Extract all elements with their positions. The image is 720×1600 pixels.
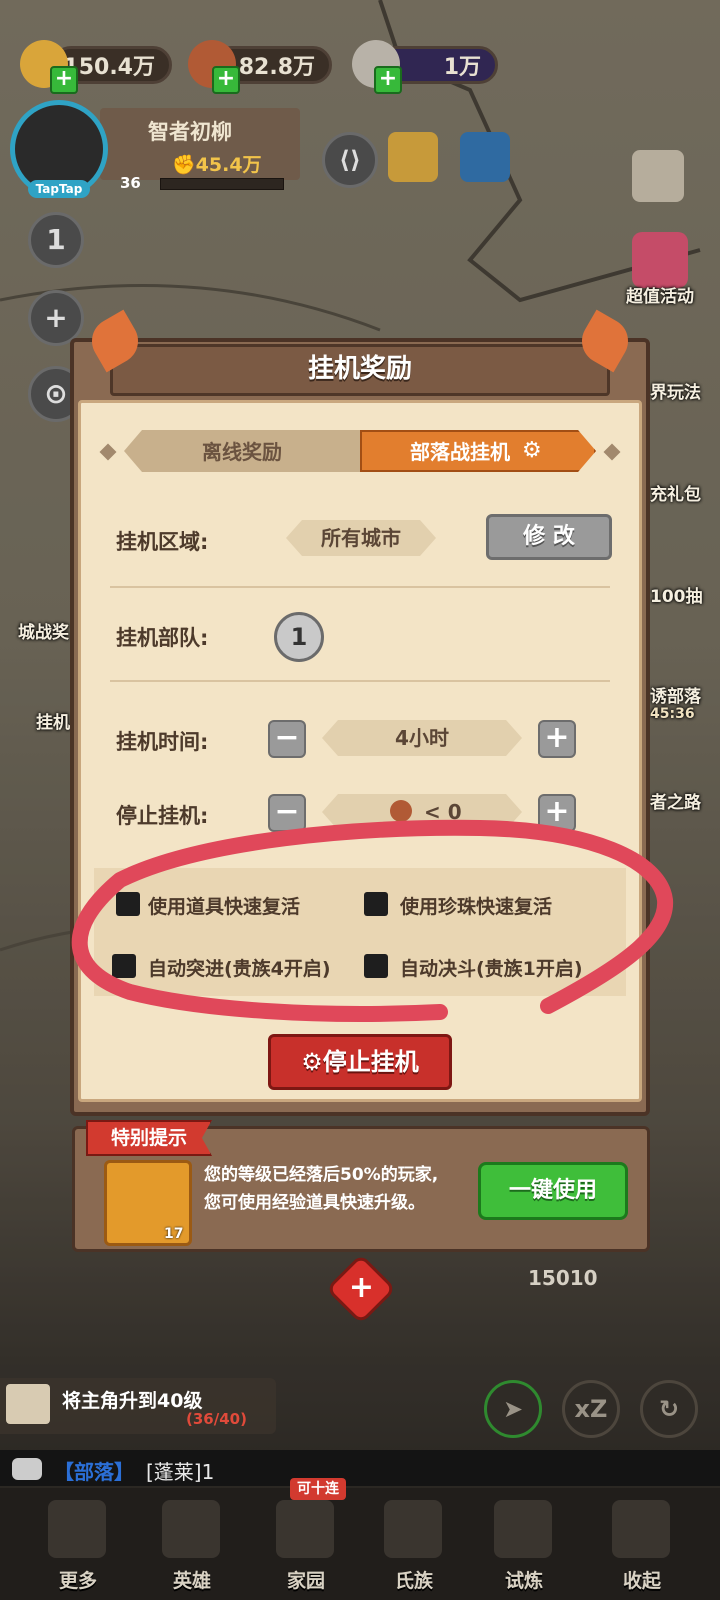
gift-label[interactable]: 充礼包 (650, 480, 701, 505)
speed-button[interactable]: xZ (562, 1380, 620, 1438)
power-icon: ✊ (172, 154, 196, 176)
time-decrease-button[interactable]: − (268, 720, 306, 758)
special-tip-badge: 特别提示 (86, 1120, 212, 1156)
stop-condition-field (322, 794, 522, 830)
time-value: 4小时 (322, 720, 522, 756)
dialog-title: 挂机奖励 (307, 354, 412, 384)
wheat-add-button[interactable]: + (50, 66, 78, 94)
chat-message: [蓬莱]1 (146, 1460, 215, 1484)
divider (110, 680, 610, 682)
meat-add-button[interactable]: + (212, 66, 240, 94)
more-icon[interactable] (48, 1500, 106, 1558)
player-power: ✊45.4万 (172, 150, 262, 177)
stop-idle-label: 停止挂机 (322, 1048, 419, 1076)
nav-trial-label[interactable]: 试炼 (484, 1566, 564, 1593)
collapse-icon[interactable] (612, 1500, 670, 1558)
gear-icon[interactable]: ⚙ (522, 438, 542, 463)
tip-text-line2: 您可使用经验道具快速升级。 (204, 1193, 425, 1213)
taptap-badge: TapTap (28, 180, 90, 198)
activity-label[interactable]: 超值活动 (626, 282, 694, 307)
tribe-label[interactable]: 诱部落 (650, 682, 701, 707)
activity-icon[interactable] (632, 232, 688, 288)
stone-add-button[interactable]: + (374, 66, 402, 94)
nav-home-label[interactable]: 家园 (266, 1566, 346, 1593)
troop-slot[interactable]: 1 (274, 612, 324, 662)
stop-idle-button[interactable]: ⚙停止挂机 (268, 1034, 452, 1090)
gear-icon: ⚙ (301, 1048, 323, 1076)
divider (110, 586, 610, 588)
chat-channel: 【部落】 (54, 1460, 134, 1484)
option-checkbox[interactable] (364, 892, 388, 916)
nav-hero-label[interactable]: 英雄 (152, 1566, 232, 1593)
side-number-button[interactable]: 1 (28, 212, 84, 268)
auto-battle-button[interactable]: ➤ (484, 1380, 542, 1438)
scroll-icon (6, 1384, 50, 1424)
play-label[interactable]: 界玩法 (650, 378, 701, 403)
tribe-timer: 45:36 (650, 706, 695, 722)
draw-label[interactable]: 100抽 (650, 582, 703, 607)
joystick-icon[interactable] (460, 132, 510, 182)
idle-label[interactable]: 挂机 (36, 708, 70, 733)
option-checkbox[interactable] (112, 954, 136, 978)
time-increase-button[interactable]: + (538, 720, 576, 758)
option-label[interactable]: 使用道具快速复活 (148, 892, 300, 919)
item-count: 17 (164, 1226, 184, 1242)
player-level: 36 (120, 174, 141, 192)
home-badge: 可十连 (290, 1478, 346, 1500)
modify-button[interactable]: 修 改 (486, 514, 612, 560)
one-click-use-button[interactable]: 一键使用 (478, 1162, 628, 1220)
troop-label: 挂机部队: (116, 626, 209, 650)
menu-grid-icon[interactable] (632, 150, 684, 202)
area-label: 挂机区域: (116, 530, 209, 554)
option-label[interactable]: 自动突进(贵族4开启) (148, 954, 331, 981)
stop-condition-value: < 0 (424, 800, 462, 824)
stop-condition-label: 停止挂机: (116, 804, 209, 828)
quest-text[interactable]: 将主角升到40级 (62, 1386, 202, 1413)
option-checkbox[interactable] (116, 892, 140, 916)
meat-icon (390, 800, 412, 822)
quest-progress: (36/40) (186, 1410, 247, 1428)
meat-value: 82.8万 (238, 55, 315, 80)
refresh-icon[interactable]: ↻ (640, 1380, 698, 1438)
clan-icon[interactable] (384, 1500, 442, 1558)
nav-more-label[interactable]: 更多 (38, 1566, 118, 1593)
exp-bar (160, 178, 284, 190)
road-label[interactable]: 者之路 (650, 788, 701, 813)
fist-icon[interactable] (388, 132, 438, 182)
stop-decrease-button[interactable]: − (268, 794, 306, 832)
stone-value: 1万 (443, 55, 481, 80)
citywar-label[interactable]: 城战奖 (18, 618, 69, 643)
hero-icon[interactable] (162, 1500, 220, 1558)
nav-collapse-label[interactable]: 收起 (602, 1566, 682, 1593)
nav-clan-label[interactable]: 氏族 (374, 1566, 454, 1593)
tip-text-line1: 您的等级已经落后50%的玩家, (204, 1165, 439, 1185)
stop-increase-button[interactable]: + (538, 794, 576, 832)
close-icon: + (349, 1270, 375, 1306)
home-icon[interactable] (276, 1500, 334, 1558)
time-label: 挂机时间: (116, 730, 209, 754)
tab-offline-label[interactable]: 离线奖励 (124, 436, 360, 465)
option-label[interactable]: 使用珍珠快速复活 (400, 892, 552, 919)
chat-icon[interactable] (12, 1458, 42, 1480)
area-value: 所有城市 (286, 520, 436, 556)
trial-icon[interactable] (494, 1500, 552, 1558)
option-label[interactable]: 自动决斗(贵族1开启) (400, 954, 583, 981)
option-checkbox[interactable] (364, 954, 388, 978)
player-name: 智者初柳 (148, 120, 232, 144)
score-value: 15010 (528, 1266, 598, 1290)
share-button[interactable]: ⟨⟩ (322, 132, 378, 188)
power-value: 45.4万 (195, 154, 262, 176)
